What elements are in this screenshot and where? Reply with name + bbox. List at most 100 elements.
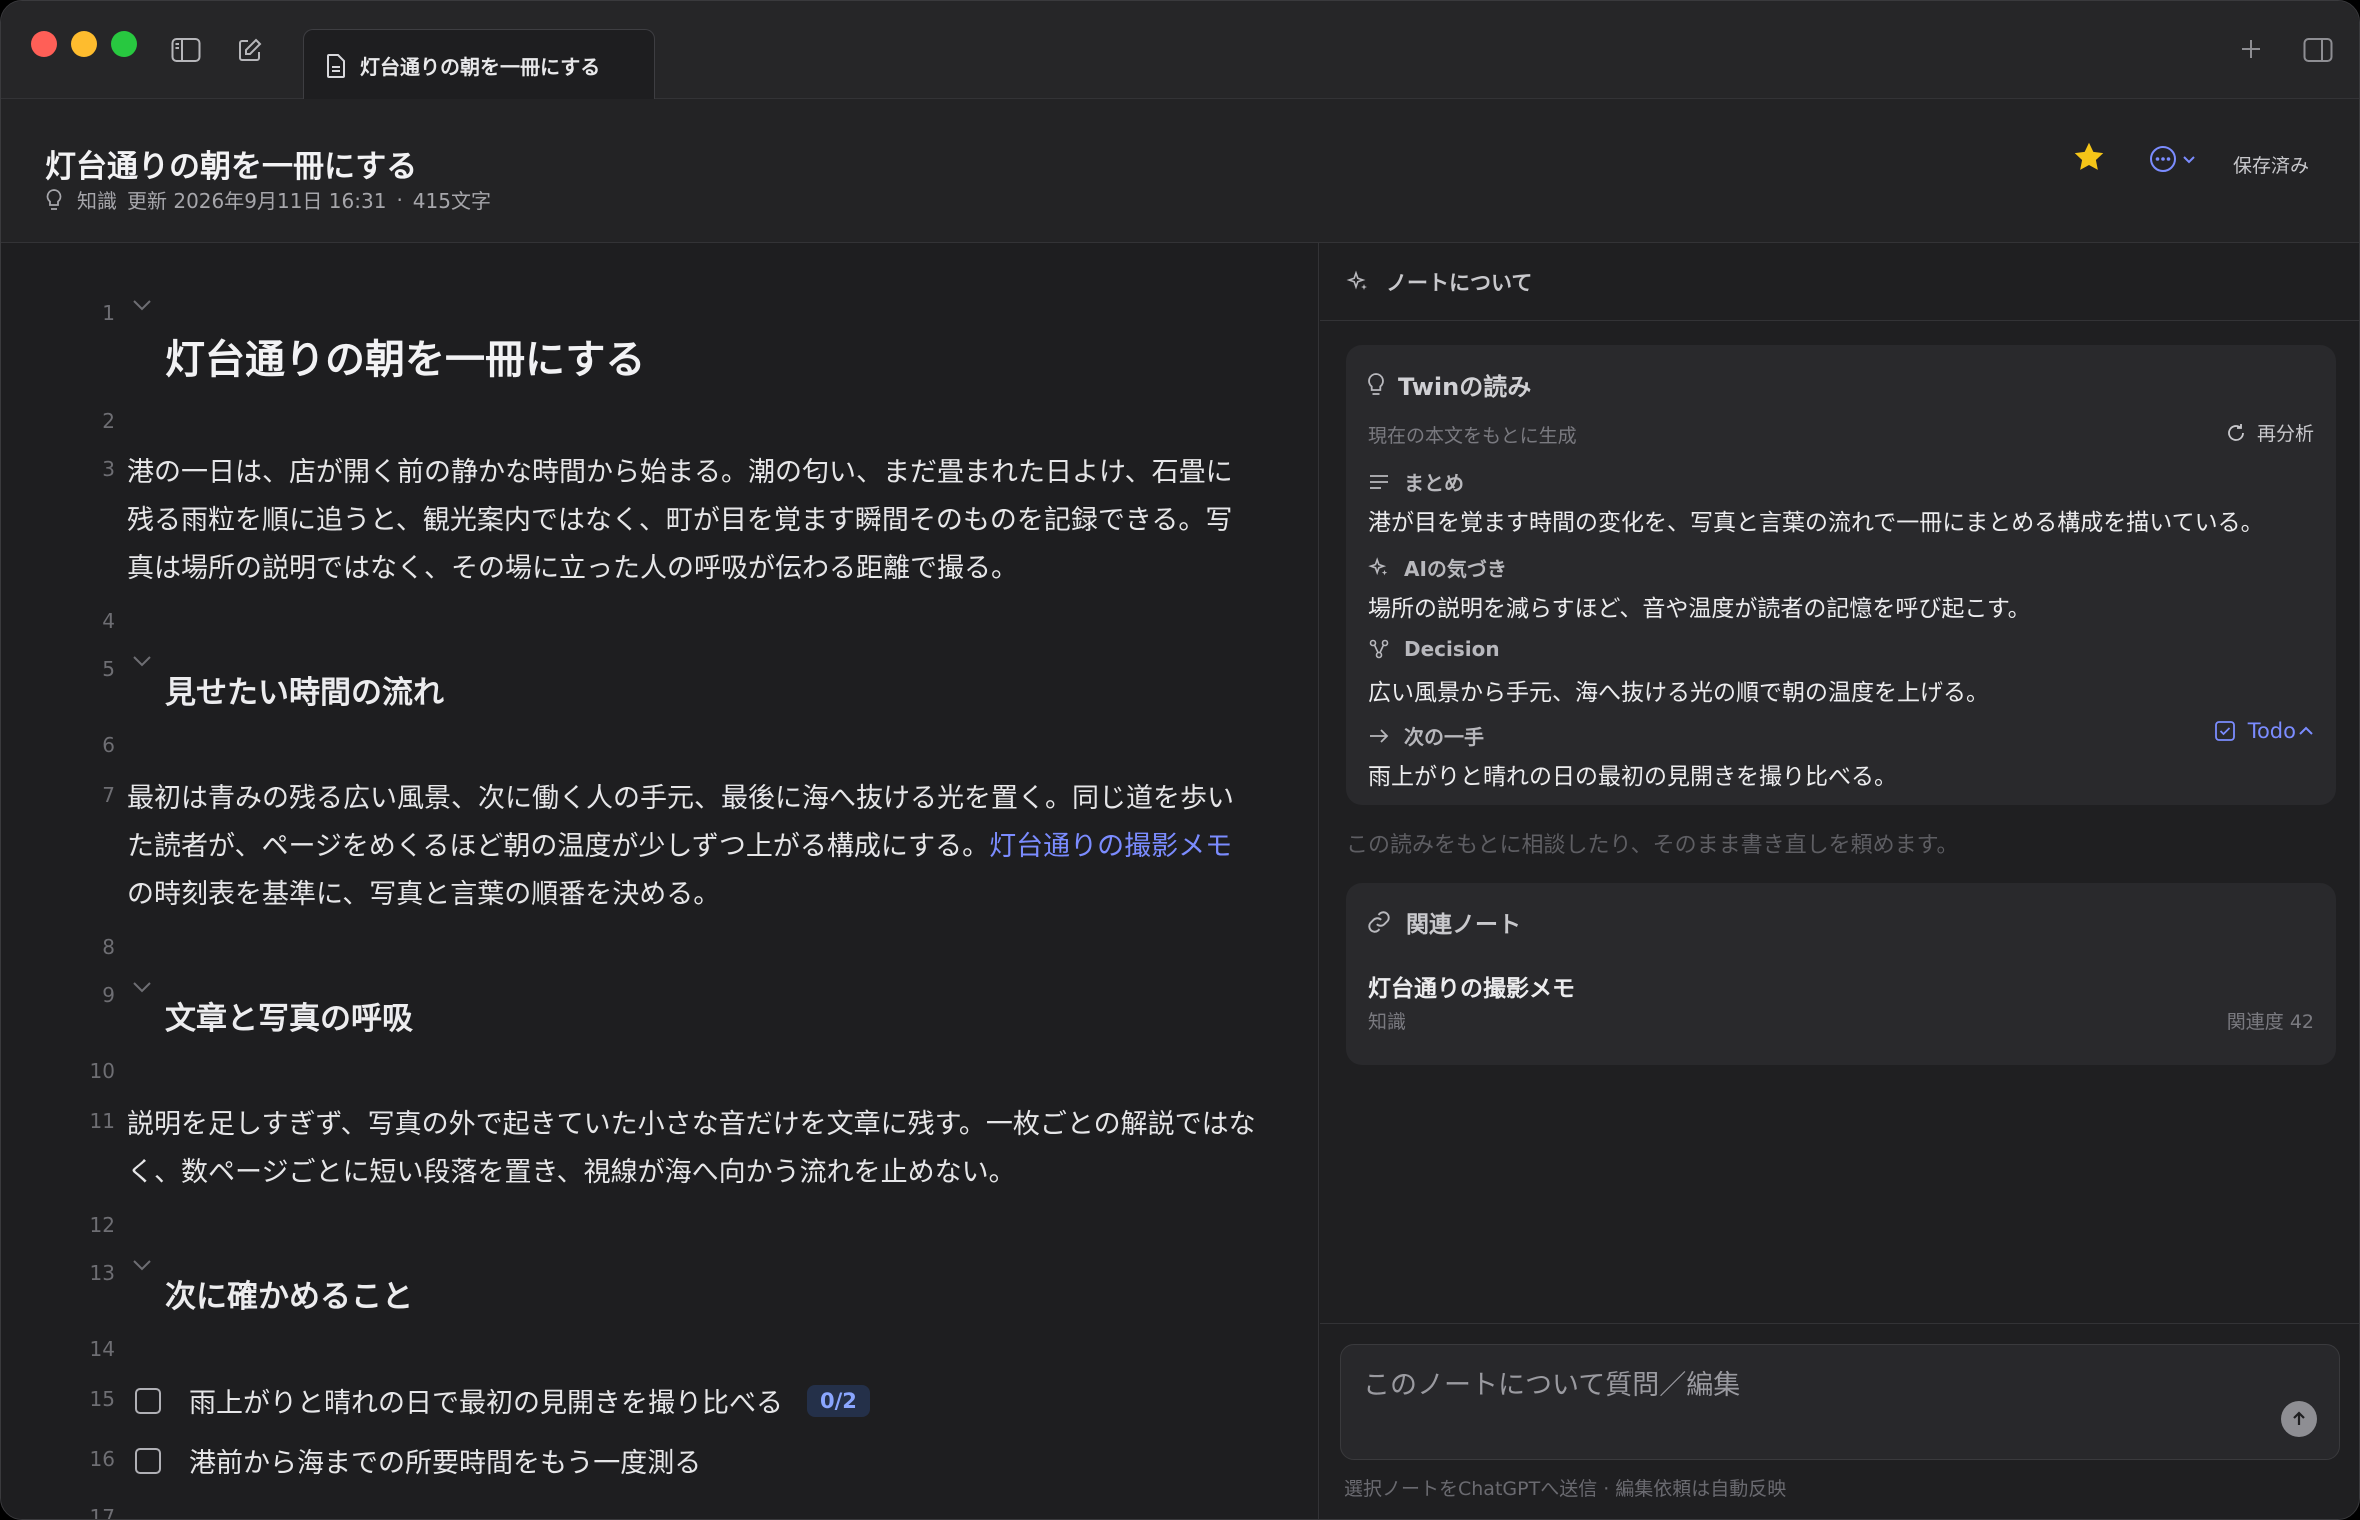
chat-input[interactable]: このノートについて質問／編集: [1340, 1344, 2340, 1460]
text-lines-icon: [1370, 474, 1388, 489]
line-number: 8: [102, 935, 115, 959]
paragraph[interactable]: 港の一日は、店が開く前の静かな時間から始まる。潮の匂い、まだ畳まれた日よけ、石畳…: [127, 449, 1257, 593]
arrow-up-icon: [2293, 1411, 2305, 1425]
note-link[interactable]: 灯台通りの撮影メモ: [989, 831, 1232, 862]
line-number: 14: [89, 1337, 115, 1361]
minimize-window-button[interactable]: [71, 31, 97, 57]
collapse-chevron-icon[interactable]: [131, 653, 153, 672]
send-button[interactable]: [2281, 1401, 2317, 1437]
heading-2[interactable]: 文章と写真の呼吸: [165, 993, 413, 1038]
collapse-chevron-icon[interactable]: [131, 979, 153, 998]
sparkle-icon: [1346, 270, 1367, 290]
sparkle-icon: [1368, 556, 1388, 575]
todo-checkbox[interactable]: [135, 1387, 161, 1414]
paragraph[interactable]: 最初は青みの残る広い風景、次に働く人の手元、最後に海へ抜ける光を置く。同じ道を歩…: [127, 775, 1257, 919]
split-view-icon[interactable]: [2303, 37, 2333, 67]
link-icon: [1368, 911, 1390, 933]
card-title-text: Twinの読み: [1398, 373, 1532, 401]
note-meta: 知識 更新 2026年9月11日 16:31 · 415文字: [45, 185, 501, 214]
line-number: 12: [89, 1213, 115, 1237]
paragraph[interactable]: 説明を足しすぎず、写真の外で起きていた小さな音だけを文章に残す。一枚ごとの解説で…: [127, 1101, 1257, 1197]
new-tab-icon[interactable]: [2239, 37, 2263, 65]
close-window-button[interactable]: [31, 31, 57, 57]
editor-pane[interactable]: 1 灯台通りの朝を一冊にする 2 3 港の一日は、店が開く前の静かな時間から始ま…: [1, 243, 1319, 1520]
related-notes-card: 関連ノート 灯台通りの撮影メモ 知識 関連度 42: [1346, 883, 2336, 1065]
todo-checkbox[interactable]: [135, 1447, 161, 1474]
insight-label: AIの気づき: [1368, 553, 1507, 582]
favorite-star-icon[interactable]: [2071, 139, 2107, 179]
paragraph-text: の時刻表を基準に、写真と言葉の順番を決める。: [127, 879, 721, 910]
todo-item: 港前から海までの所要時間をもう一度測る: [135, 1441, 701, 1480]
related-note-category: 知識: [1368, 1011, 1407, 1033]
assistant-hint: この読みをもとに相談したり、そのまま書き直しを頼めます。: [1346, 833, 1959, 858]
chat-footer-note: 選択ノートをChatGPTへ送信 · 編集依頼は自動反映: [1344, 1478, 1787, 1500]
todo-link-button[interactable]: Todo: [2214, 719, 2314, 743]
ellipsis-circle-icon: [2150, 146, 2176, 172]
next-step-label-text: 次の一手: [1404, 725, 1484, 749]
chat-input-placeholder: このノートについて質問／編集: [1363, 1370, 1741, 1401]
lightbulb-icon: [1368, 372, 1384, 395]
line-number: 16: [89, 1447, 115, 1471]
note-header: 灯台通りの朝を一冊にする 知識 更新 2026年9月11日 16:31 · 41…: [1, 99, 2359, 243]
branch-icon: [1369, 639, 1389, 659]
line-number: 1: [102, 301, 115, 325]
save-status: 保存済み: [2233, 155, 2310, 177]
summary-label: まとめ: [1368, 467, 1464, 496]
chat-input-area: このノートについて質問／編集 選択ノートをChatGPTへ送信 · 編集依頼は自…: [1320, 1323, 2359, 1519]
refresh-icon: [2228, 423, 2244, 441]
collapse-chevron-icon[interactable]: [131, 1257, 153, 1276]
more-options-button[interactable]: [2149, 145, 2197, 173]
note-updated: 更新 2026年9月11日 16:31: [127, 189, 387, 213]
note-assistant-panel: ノートについて Twinの読み 現在の本文をもとに生成 再分析 まとめ 港が目を…: [1320, 243, 2359, 1519]
summary-label-text: まとめ: [1404, 471, 1464, 495]
checkbox-checked-icon: [2214, 721, 2235, 741]
todo-item: 雨上がりと晴れの日で最初の見開きを撮り比べる 0/2: [135, 1381, 870, 1420]
line-number: 2: [102, 409, 115, 433]
title-bar: 灯台通りの朝を一冊にする: [1, 1, 2359, 101]
line-number: 17: [89, 1505, 115, 1520]
line-number: 6: [102, 733, 115, 757]
line-number: 4: [102, 609, 115, 633]
decision-text: 広い風景から手元、海へ抜ける光の順で朝の温度を上げる。: [1368, 680, 1989, 706]
decision-label: Decision: [1368, 637, 1500, 661]
insight-text: 場所の説明を減らすほど、音や温度が読者の記憶を呼び起こす。: [1368, 596, 2031, 622]
new-note-icon[interactable]: [237, 37, 263, 67]
document-icon: [327, 53, 345, 78]
lightbulb-icon: [46, 188, 62, 210]
chevron-up-icon: [2299, 726, 2313, 735]
line-number: 13: [89, 1261, 115, 1285]
subtask-progress-badge[interactable]: 0/2: [807, 1384, 870, 1417]
collapse-chevron-icon[interactable]: [131, 297, 153, 316]
card-title: Twinの読み: [1366, 367, 1531, 402]
decision-label-text: Decision: [1404, 637, 1500, 661]
sidebar-toggle-icon[interactable]: [171, 37, 201, 67]
heading-1[interactable]: 灯台通りの朝を一冊にする: [165, 327, 645, 385]
todo-link-label: Todo: [2247, 719, 2296, 743]
heading-2[interactable]: 見せたい時間の流れ: [165, 667, 444, 712]
note-char-count: 415文字: [412, 189, 491, 213]
related-note-link[interactable]: 灯台通りの撮影メモ: [1368, 969, 1575, 1003]
related-note-score: 関連度 42: [2226, 1011, 2314, 1033]
related-notes-title: 関連ノート: [1366, 905, 1521, 939]
page-title: 灯台通りの朝を一冊にする: [45, 149, 418, 185]
twin-reading-card: Twinの読み 現在の本文をもとに生成 再分析 まとめ 港が目を覚ます時間の変化…: [1346, 345, 2336, 805]
line-number: 10: [89, 1059, 115, 1083]
line-number: 3: [102, 457, 115, 481]
zoom-window-button[interactable]: [111, 31, 137, 57]
generation-note: 現在の本文をもとに生成: [1368, 425, 1577, 447]
todo-label[interactable]: 港前から海までの所要時間をもう一度測る: [189, 1441, 701, 1480]
reanalyze-label: 再分析: [2256, 423, 2314, 445]
insight-label-text: AIの気づき: [1404, 557, 1507, 581]
todo-label[interactable]: 雨上がりと晴れの日で最初の見開きを撮り比べる: [189, 1381, 783, 1420]
next-step-text: 雨上がりと晴れの日の最初の見開きを撮り比べる。: [1368, 764, 1897, 790]
heading-2[interactable]: 次に確かめること: [165, 1271, 413, 1316]
panel-title: ノートについて: [1386, 270, 1533, 295]
reanalyze-button[interactable]: 再分析: [2225, 419, 2314, 446]
line-number: 9: [102, 983, 115, 1007]
arrow-right-icon: [1370, 728, 1389, 743]
summary-text: 港が目を覚ます時間の変化を、写真と言葉の流れで一冊にまとめる構成を描いている。: [1368, 510, 2264, 536]
tab-active-note[interactable]: 灯台通りの朝を一冊にする: [303, 29, 655, 101]
panel-header: ノートについて: [1320, 243, 2359, 321]
line-number: 7: [102, 783, 115, 807]
related-notes-title-text: 関連ノート: [1406, 912, 1521, 938]
